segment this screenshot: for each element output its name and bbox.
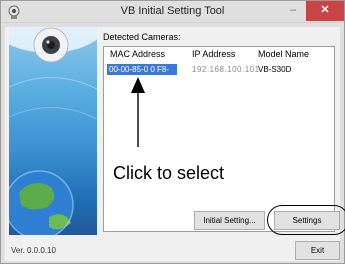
- banner-graphic: [9, 27, 97, 235]
- initial-setting-button[interactable]: Initial Setting...: [194, 211, 265, 230]
- column-header-model[interactable]: Model Name: [258, 49, 309, 59]
- minimize-button[interactable]: –: [285, 1, 301, 21]
- column-header-ip[interactable]: IP Address: [192, 49, 235, 59]
- annotation-text: Click to select: [113, 163, 225, 183]
- table-row-ip-cell[interactable]: 192.168.100.101: [192, 65, 260, 74]
- detected-cameras-label: Detected Cameras:: [103, 32, 181, 42]
- arrow-up-icon: [131, 77, 145, 147]
- camera-banner-image: [9, 27, 97, 235]
- app-window: VB Initial Setting Tool – ✕ Detected Cam…: [0, 0, 345, 264]
- version-label: Ver. 0.0.0.10: [11, 246, 56, 255]
- table-row-model-cell[interactable]: VB-S30D: [258, 65, 291, 74]
- table-row-mac-cell[interactable]: 00-00-85-0 0 F8-24: [107, 64, 177, 85]
- column-header-mac[interactable]: MAC Address: [110, 49, 165, 59]
- client-area: Detected Cameras: MAC Address IP Address…: [5, 27, 345, 261]
- highlight-ring: [267, 205, 345, 235]
- exit-button[interactable]: Exit: [295, 241, 340, 260]
- close-button[interactable]: ✕: [306, 1, 344, 21]
- title-bar[interactable]: VB Initial Setting Tool – ✕: [1, 1, 344, 23]
